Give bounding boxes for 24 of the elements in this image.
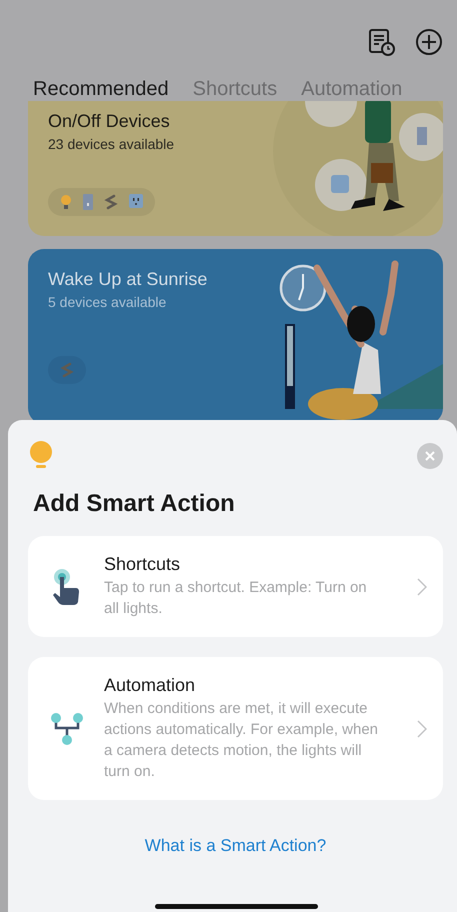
scene-card[interactable]: Wake Up at Sunrise 5 devices available xyxy=(28,249,443,420)
option-description: Tap to run a shortcut. Example: Turn on all lights. xyxy=(104,578,368,619)
help-link[interactable]: What is a Smart Action? xyxy=(144,836,326,856)
option-title: Automation xyxy=(104,675,196,696)
action-option[interactable]: Automation When conditions are met, it will execute actions automatically. For example, when a camera detects motion, the lights will turn on. xyxy=(28,657,443,800)
scene-title: Wake Up at Sunrise xyxy=(48,269,208,290)
flow-branch-icon xyxy=(50,712,84,746)
schedule-list-icon[interactable] xyxy=(367,28,395,56)
chevron-right-icon xyxy=(417,578,427,596)
outlet-icon xyxy=(129,194,143,208)
option-title: Shortcuts xyxy=(104,554,182,575)
chevron-right-icon xyxy=(417,720,427,738)
scene-card[interactable]: On/Off Devices 23 devices available xyxy=(28,101,443,236)
tab[interactable]: Recommended xyxy=(33,78,169,101)
switch-icon xyxy=(83,194,93,210)
device-count: 23 devices available xyxy=(48,136,176,152)
close-icon xyxy=(424,450,436,462)
option-description: When conditions are met, it will execute actions automatically. For example, when a camera detects motion, the lights will turn on. xyxy=(104,699,380,782)
bulb-icon xyxy=(60,194,72,210)
device-count: 5 devices available xyxy=(48,294,168,310)
action-option[interactable]: Shortcuts Tap to run a shortcut. Example: Turn on all lights. xyxy=(28,536,443,637)
add-icon[interactable] xyxy=(415,28,443,56)
scene-title: On/Off Devices xyxy=(48,111,171,132)
sheet-title: Add Smart Action xyxy=(33,490,236,518)
